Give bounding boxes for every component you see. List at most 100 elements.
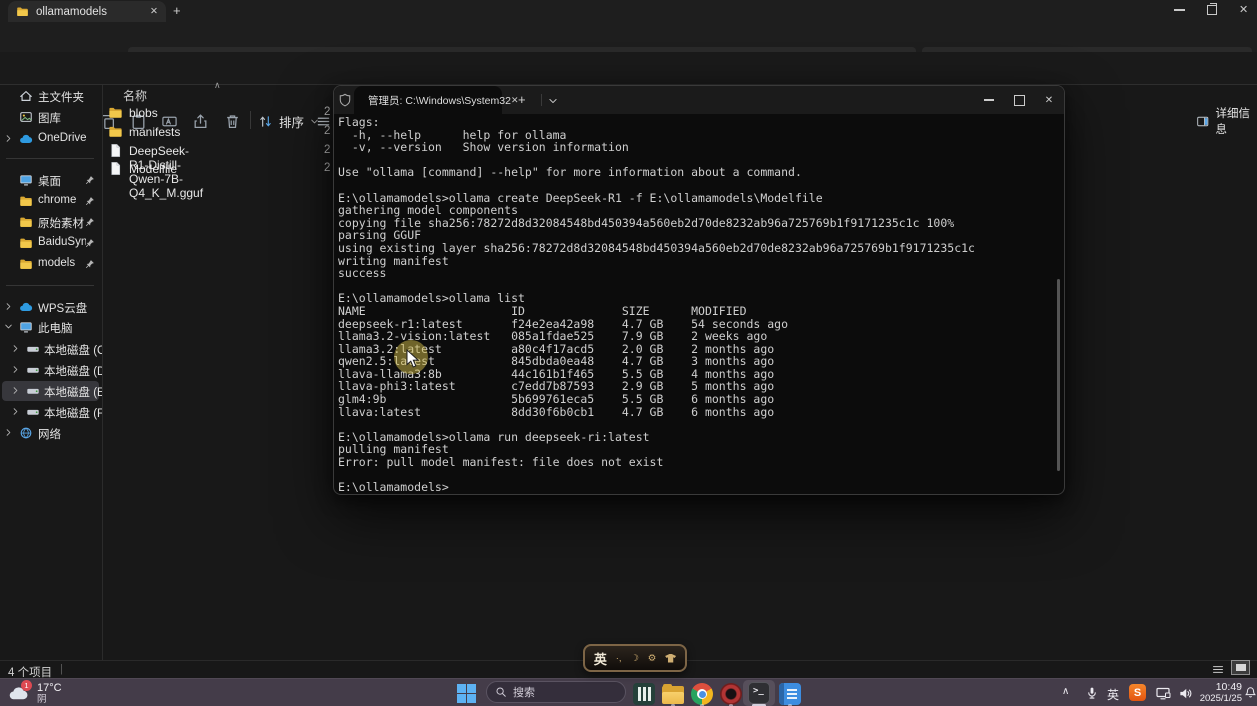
trash-icon (224, 113, 241, 130)
sidebar-divider (6, 285, 94, 286)
taskbar-chrome[interactable] (691, 683, 713, 705)
sidebar-item-drive-f[interactable]: 本地磁盘 (F:) (0, 402, 100, 422)
weather-widget[interactable]: 1 17°C 阴 (6, 680, 116, 706)
cloud-icon (19, 300, 33, 314)
taskbar-app-grid[interactable] (633, 683, 655, 705)
sidebar-item-wps-cloud[interactable]: WPS云盘 (0, 297, 100, 317)
microphone-icon[interactable] (1085, 686, 1099, 700)
pin-icon (85, 217, 95, 227)
notification-bell-icon[interactable] (1244, 686, 1257, 699)
window-close-button[interactable]: ✕ (1239, 5, 1248, 16)
sidebar-item-label: 本地磁盘 (E:) (44, 384, 102, 400)
ime-toolbar[interactable]: 英 ·, ☽ ⚙ (583, 644, 687, 672)
cast-display-icon[interactable] (1155, 685, 1171, 701)
sort-button[interactable]: 排序 (258, 109, 319, 133)
tray-language-indicator[interactable]: 英 (1107, 686, 1119, 703)
folder-icon (19, 236, 33, 250)
clock-time: 10:49 (1196, 682, 1242, 693)
sidebar-item-home[interactable]: 主文件夹 (0, 86, 100, 106)
pin-icon (85, 259, 95, 269)
sidebar-item-label: 原始素材 (38, 215, 84, 231)
sidebar-item-onedrive[interactable]: OneDrive (0, 129, 100, 149)
ime-language-indicator[interactable]: 英 (594, 649, 607, 668)
drive-icon (26, 342, 40, 356)
file-modified-partial: 2 (324, 125, 333, 137)
sogou-input-icon[interactable]: S (1129, 684, 1146, 701)
folder-icon (19, 194, 33, 208)
sort-button-label: 排序 (279, 112, 304, 131)
sort-icon (258, 114, 273, 129)
sidebar-item-baidusyncdisk[interactable]: BaiduSyncdisk (0, 233, 100, 253)
chrome-icon (691, 683, 713, 705)
terminal-dropdown-icon[interactable] (548, 96, 558, 106)
share-icon (192, 113, 209, 130)
file-name: blobs (129, 106, 158, 120)
ime-settings-gear-icon[interactable]: ⚙ (648, 653, 657, 664)
sidebar-item-chrome[interactable]: chrome (0, 191, 100, 211)
taskbar-search[interactable]: 搜索 (486, 681, 626, 703)
terminal-close-button[interactable]: ✕ (1032, 86, 1066, 114)
ime-night-mode-icon[interactable]: ☽ (630, 653, 639, 664)
cloud-icon (19, 132, 33, 146)
taskbar-file-explorer[interactable] (662, 684, 684, 704)
sidebar-item-label: 图库 (38, 110, 61, 126)
sidebar-item-raw-material[interactable]: 原始素材 (0, 212, 100, 232)
new-tab-button[interactable]: + (173, 3, 181, 18)
sidebar-item-gallery[interactable]: 图库 (0, 107, 100, 127)
taskbar-notes-app[interactable] (779, 683, 801, 705)
start-button[interactable] (457, 684, 476, 703)
terminal-minimize-button[interactable] (972, 86, 1006, 114)
sidebar-item-this-pc[interactable]: 此电脑 (0, 317, 100, 337)
mouse-cursor (406, 349, 420, 369)
ime-punctuation-icon[interactable]: ·, (616, 653, 622, 664)
terminal-tab[interactable]: 管理员: C:\Windows\System32 ✕ (354, 86, 502, 114)
terminal-output[interactable]: Flags: -h, --help help for ollama -v, --… (338, 116, 975, 494)
taskbar-record-app[interactable] (720, 683, 742, 705)
sidebar-item-models[interactable]: models (0, 254, 100, 274)
window-minimize-button[interactable] (1174, 9, 1185, 11)
tray-expand-chevron[interactable]: ∧ (1062, 686, 1069, 697)
terminal-app-icon: >_ (748, 682, 770, 704)
sidebar-item-network[interactable]: 网络 (0, 423, 100, 443)
file-modified-partial: 2 (324, 162, 333, 174)
terminal-tab-divider (541, 94, 542, 106)
sidebar-item-label: 网络 (38, 426, 61, 442)
sidebar-item-drive-c[interactable]: 本地磁盘 (C:) (0, 339, 100, 359)
pin-icon (85, 175, 95, 185)
large-icons-view-toggle[interactable] (1231, 660, 1250, 675)
desktop-screen: ollamamodels ✕ + ✕ ← → ↑ › 此电脑 › 本地磁盘 (E… (0, 0, 1257, 706)
terminal-maximize-button[interactable] (1002, 86, 1036, 114)
file-modified-partial: 2 (324, 106, 333, 118)
clock-date: 2025/1/25 (1196, 693, 1242, 704)
chevron-right-icon (11, 344, 20, 353)
column-header-name[interactable]: 名称 (123, 87, 147, 104)
explorer-address-bar: ← → ↑ › 此电脑 › 本地磁盘 (E:) › ollamamodels › (0, 22, 1257, 52)
speaker-icon[interactable] (1178, 686, 1193, 701)
terminal-scrollbar[interactable] (1057, 279, 1060, 471)
share-button[interactable] (192, 109, 209, 133)
terminal-new-tab-button[interactable]: + (518, 92, 526, 107)
details-view-toggle[interactable] (1211, 663, 1225, 676)
view-toggle-thumb (1236, 664, 1246, 671)
folder-icon (19, 215, 33, 229)
sidebar-item-desktop[interactable]: 桌面 (0, 170, 100, 190)
sidebar-item-drive-e[interactable]: 本地磁盘 (E:) (2, 381, 99, 401)
status-divider: | (60, 663, 63, 675)
tab-close-icon[interactable]: ✕ (150, 6, 158, 17)
home-icon (19, 89, 33, 103)
sidebar-item-drive-d[interactable]: 本地磁盘 (D:) (0, 360, 100, 380)
details-pane-button[interactable]: 详细信息 (1196, 109, 1257, 133)
explorer-tab[interactable]: ollamamodels ✕ (8, 1, 166, 22)
terminal-window[interactable]: 管理员: C:\Windows\System32 ✕ + ✕ Flags: -h… (333, 85, 1065, 495)
ime-skin-icon[interactable] (665, 654, 676, 663)
delete-button[interactable] (224, 109, 241, 133)
file-name: manifests (129, 125, 180, 139)
terminal-title-bar[interactable]: 管理员: C:\Windows\System32 ✕ + ✕ (334, 86, 1064, 114)
sidebar-item-label: 本地磁盘 (F:) (44, 405, 102, 421)
sidebar-item-label: BaiduSyncdisk (38, 236, 86, 248)
pane-splitter[interactable] (102, 85, 103, 660)
chevron-right-icon (11, 407, 20, 416)
taskbar-terminal-active-pill[interactable]: >_ (743, 680, 775, 706)
taskbar-clock[interactable]: 10:49 2025/1/25 (1196, 682, 1242, 704)
desktop-icon (19, 173, 33, 187)
